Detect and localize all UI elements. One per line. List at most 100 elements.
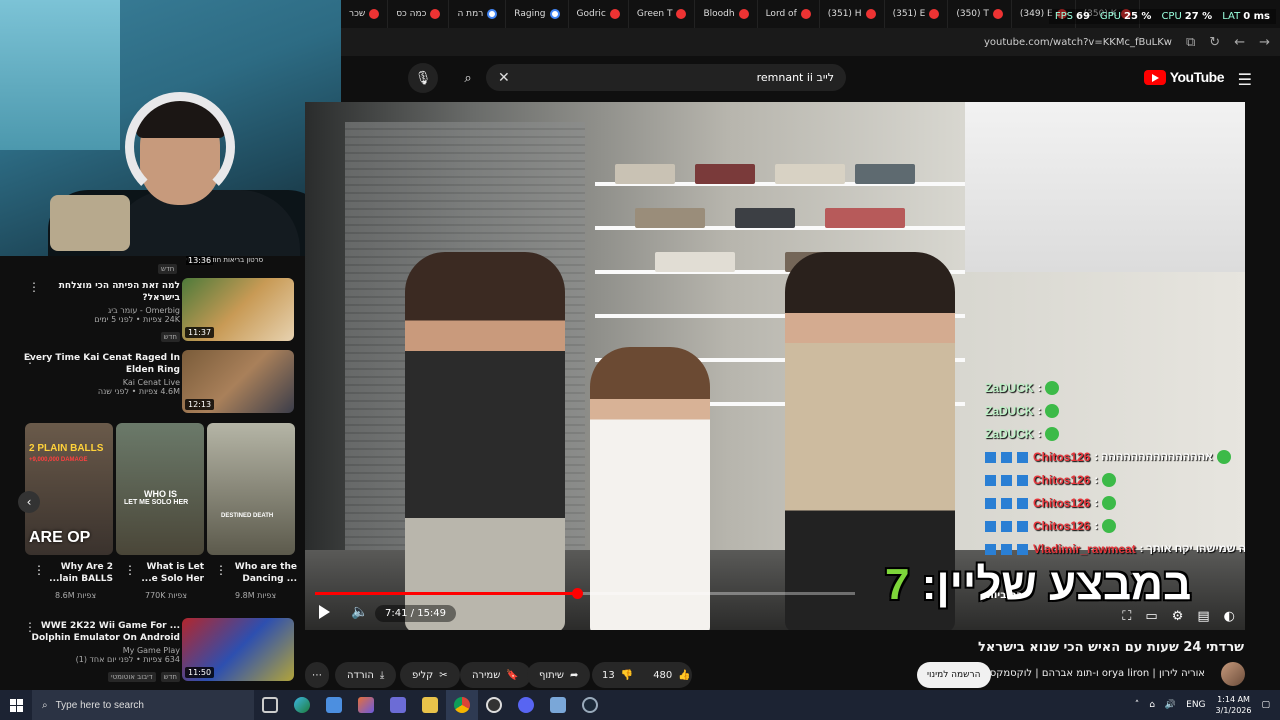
channel-avatar[interactable] bbox=[1221, 662, 1245, 686]
chat-username: Vladimir_rawmeat bbox=[1033, 542, 1136, 556]
store-icon[interactable] bbox=[318, 690, 350, 720]
share-button[interactable]: שיתוף ➦ bbox=[527, 662, 591, 688]
video-title: שרדתי 24 שעות עם האיש הכי שנוא בישראל bbox=[977, 640, 1244, 655]
network-icon[interactable]: ⌂ bbox=[1149, 700, 1155, 710]
play-icon[interactable] bbox=[319, 604, 335, 620]
share-label: שיתוף bbox=[539, 669, 565, 681]
video-stats: 634 צפיות • לפני יום אחד (1) bbox=[75, 655, 180, 664]
search-input[interactable]: לייב remnant ii ✕ bbox=[486, 64, 846, 91]
video-title[interactable]: WWE 2K22 Wii Game For ... Dolphin Emulat… bbox=[20, 620, 180, 644]
short-title[interactable]: Who are the Dancing ... bbox=[229, 561, 297, 585]
app-icon[interactable] bbox=[542, 690, 574, 720]
search-icon[interactable]: ⌕ bbox=[453, 63, 483, 93]
browser-tab[interactable]: Godric bbox=[569, 0, 629, 28]
youtube-logo[interactable]: YouTube bbox=[1143, 69, 1225, 85]
browser-tab[interactable]: רמת ה bbox=[449, 0, 507, 28]
channel-name[interactable]: Kai Cenat Live bbox=[20, 378, 180, 387]
url-text[interactable]: youtube.com/watch?v=KKMc_fBuLKw bbox=[984, 37, 1172, 48]
browser-tab[interactable]: Lord of bbox=[758, 0, 820, 28]
extensions-icon[interactable]: ⧉ bbox=[1186, 35, 1195, 50]
clip-button[interactable]: קליפ ✂ bbox=[400, 662, 460, 688]
chat-text: : bbox=[1037, 428, 1042, 440]
short-title[interactable]: Why Are 2 ...lain BALLS bbox=[47, 561, 113, 585]
chat-badge-icon bbox=[1017, 451, 1028, 463]
fullscreen-icon[interactable]: ⛶ bbox=[1122, 609, 1131, 624]
video-thumbnail[interactable]: 12:13 bbox=[182, 350, 294, 413]
chat-badge-icon bbox=[1017, 474, 1028, 486]
search-value: לייב remnant ii bbox=[756, 71, 834, 84]
tray-chevron-icon[interactable]: ˄ bbox=[1135, 700, 1140, 710]
video-title[interactable]: Every Time Kai Cenat Raged In Elden Ring bbox=[20, 352, 180, 376]
browser-tab-label: Godric bbox=[576, 9, 606, 19]
more-actions-icon[interactable]: ⋯ bbox=[305, 662, 329, 688]
steam-icon[interactable] bbox=[574, 690, 606, 720]
chrome-icon[interactable] bbox=[446, 690, 478, 720]
reload-icon[interactable]: ↻ bbox=[1209, 35, 1220, 50]
related-video-item[interactable]: 12:13 ⋮ Every Time Kai Cenat Raged In El… bbox=[20, 350, 300, 416]
channel-name[interactable]: My Game Play bbox=[20, 646, 180, 655]
forward-icon[interactable]: → bbox=[1259, 35, 1270, 50]
video-thumbnail[interactable]: 11:37 bbox=[182, 278, 294, 341]
more-options-icon[interactable]: ⋮ bbox=[124, 563, 136, 577]
browser-tab[interactable]: (351) E bbox=[885, 0, 949, 28]
browser-tab[interactable]: (351) H bbox=[820, 0, 885, 28]
obs-icon[interactable] bbox=[478, 690, 510, 720]
volume-icon[interactable]: 🔊 bbox=[1165, 700, 1176, 710]
browser-tab[interactable]: Green T bbox=[629, 0, 696, 28]
app-icon[interactable] bbox=[382, 690, 414, 720]
video-player[interactable]: ZaDUCK: ZaDUCK: ZaDUCK: Chitos126: אההההההה… bbox=[305, 102, 1245, 630]
dislike-icon[interactable]: 👎 bbox=[621, 670, 633, 681]
partial-video-duration: 13:36 bbox=[186, 256, 214, 265]
browser-tab[interactable]: Raging bbox=[506, 0, 569, 28]
browser-tab[interactable]: Bloodh bbox=[695, 0, 758, 28]
back-icon[interactable]: ← bbox=[1234, 35, 1245, 50]
task-view-icon[interactable] bbox=[254, 690, 286, 720]
edge-icon[interactable] bbox=[286, 690, 318, 720]
volume-icon[interactable]: 🔈 bbox=[351, 604, 368, 620]
settings-icon[interactable]: ⚙ bbox=[1172, 609, 1184, 624]
subtitles-icon[interactable]: ▤ bbox=[1197, 609, 1209, 624]
short-title[interactable]: What is Let ...e Solo Her bbox=[138, 561, 204, 585]
short-item[interactable]: DESTINED DEATH bbox=[207, 423, 295, 555]
notifications-icon[interactable]: ▢ bbox=[1261, 700, 1270, 710]
browser-tab[interactable]: כמה כס bbox=[388, 0, 450, 28]
shorts-prev-arrow-icon[interactable]: ‹ bbox=[18, 491, 40, 513]
channel-names[interactable]: אוריה לירון | orya liron ו-תומ אברהם | ל… bbox=[979, 668, 1205, 679]
related-video-item[interactable]: 11:37 ⋮ למה זאת הפיתה הכי מוצלחת בישראל?… bbox=[20, 278, 300, 344]
file-explorer-icon[interactable] bbox=[414, 690, 446, 720]
video-thumbnail[interactable]: 11:50 bbox=[182, 618, 294, 681]
voice-search-icon[interactable]: 🎙 bbox=[408, 63, 438, 93]
more-options-icon[interactable]: ⋮ bbox=[215, 563, 227, 577]
video-stats: 4.6M צפיות • לפני שנה bbox=[97, 387, 180, 396]
cast-icon[interactable]: ▭ bbox=[1145, 609, 1157, 624]
discord-icon[interactable] bbox=[510, 690, 542, 720]
share-icon: ➦ bbox=[570, 669, 579, 681]
performance-overlay: FPS 69 GPU 25 % CPU 27 % LAT 0 ms bbox=[1048, 9, 1276, 24]
more-options-icon[interactable]: ⋮ bbox=[33, 563, 45, 577]
short-item[interactable]: 2 PLAIN BALLS +9,000,000 DAMAGE ARE OP bbox=[25, 423, 113, 555]
save-button[interactable]: שמירה 🔖 bbox=[460, 662, 531, 688]
like-dislike-group: 13 👎 480 👍 bbox=[592, 662, 692, 688]
new-badge: חדש bbox=[160, 332, 180, 342]
browser-tab[interactable]: שכר bbox=[341, 0, 389, 28]
browser-tab[interactable]: (350) T bbox=[948, 0, 1012, 28]
taskbar-search-input[interactable]: ⌕ Type here to search bbox=[32, 690, 254, 720]
menu-icon[interactable]: ☰ bbox=[1238, 70, 1252, 89]
current-time: 7:41 bbox=[385, 608, 408, 619]
channel-name[interactable]: Omerbig - עומר ביג bbox=[20, 306, 180, 315]
clear-search-icon[interactable]: ✕ bbox=[498, 70, 510, 86]
copilot-icon[interactable] bbox=[350, 690, 382, 720]
related-video-item[interactable]: 11:50 ⋮ WWE 2K22 Wii Game For ... Dolphi… bbox=[20, 618, 300, 690]
language-indicator[interactable]: ENG bbox=[1186, 700, 1205, 710]
stream-chat-overlay: ZaDUCK: ZaDUCK: ZaDUCK: Chitos126: אההההההה… bbox=[985, 378, 1245, 588]
progress-bar[interactable] bbox=[315, 588, 855, 599]
start-button[interactable] bbox=[0, 698, 32, 712]
like-icon[interactable]: 👍 bbox=[678, 670, 690, 681]
chat-message: ZaDUCK: bbox=[985, 378, 1060, 398]
time-display: 7:41 / 15:49 bbox=[375, 605, 457, 622]
clock[interactable]: 1:14 AM 3/1/2026 bbox=[1216, 694, 1252, 716]
download-button[interactable]: הורדה ⤓ bbox=[335, 662, 397, 688]
video-title[interactable]: למה זאת הפיתה הכי מוצלחת בישראל? bbox=[20, 280, 180, 304]
short-item[interactable]: WHO IS LET ME SOLO HER bbox=[116, 423, 204, 555]
autoplay-toggle-icon[interactable]: ◐ bbox=[1224, 609, 1235, 624]
